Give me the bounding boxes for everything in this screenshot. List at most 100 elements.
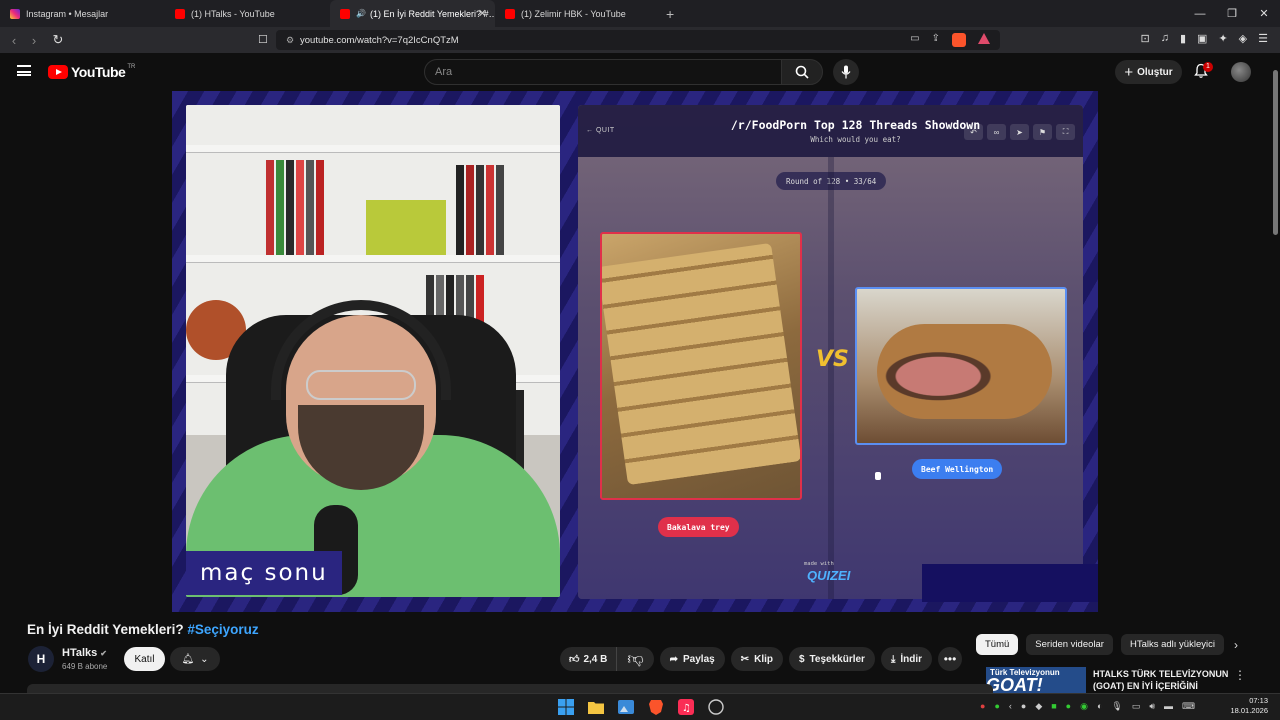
taskbar-apps: ♫ <box>556 697 726 717</box>
tray-app-icon[interactable]: ‹ <box>1009 701 1012 712</box>
menu-icon[interactable]: ☰ <box>1258 32 1268 45</box>
recommendation-menu-icon[interactable]: ⋮ <box>1234 668 1246 682</box>
tray-app-icon[interactable]: ● <box>994 701 999 712</box>
wallet-icon[interactable]: ▣ <box>1197 32 1207 45</box>
restore-button[interactable]: ❐ <box>1216 0 1248 27</box>
bookmark-icon[interactable]: ☐ <box>258 33 268 46</box>
recommendation-thumbnail[interactable]: Türk Televizyonun GOAT! <box>986 667 1086 693</box>
like-button[interactable]: 👍︎ 2,4 B <box>560 647 618 671</box>
tray-app-icon[interactable]: ◆ <box>1035 701 1042 712</box>
forward-icon[interactable]: › <box>24 33 44 48</box>
tab-zelimir[interactable]: (1) Zelimir HBK - YouTube <box>495 0 660 27</box>
thumbs-up-icon: 👍︎ <box>569 654 580 665</box>
sidebar-icon[interactable]: ▮ <box>1180 32 1186 45</box>
system-clock[interactable]: 07:13 18.01.2026 <box>1230 696 1268 716</box>
quiz-game-panel: ← QUIT /r/FoodPorn Top 128 Threads Showd… <box>578 105 1083 599</box>
microphone-icon[interactable]: 🎙︎ <box>1111 701 1122 712</box>
share-icon[interactable]: ⇪ <box>932 33 940 47</box>
speaker-icon[interactable]: 🔊 <box>356 9 366 18</box>
tray-app-icon[interactable]: ● <box>1021 701 1026 712</box>
link-icon: ∞ <box>987 124 1006 140</box>
new-tab-button[interactable]: + <box>666 0 674 27</box>
brave-shields-icon[interactable] <box>952 33 966 47</box>
thanks-icon: $ <box>798 653 805 665</box>
youtube-logo[interactable]: YouTube TR <box>48 64 135 80</box>
menu-icon[interactable] <box>17 65 31 76</box>
share-button[interactable]: ➦ Paylaş <box>659 647 725 671</box>
file-explorer-icon[interactable] <box>586 697 606 717</box>
search-input[interactable]: Ara <box>424 59 782 85</box>
channel-name[interactable]: HTalks ✔ <box>62 647 107 659</box>
close-tab-icon[interactable]: ✕ <box>478 7 487 20</box>
brave-browser-icon[interactable] <box>646 697 666 717</box>
close-window-button[interactable]: ✕ <box>1248 0 1280 27</box>
subscriber-count: 649 B abone <box>62 662 108 671</box>
fullscreen-icon: ⛶ <box>1056 124 1075 140</box>
instagram-icon <box>10 8 20 19</box>
flag-icon: ⚑ <box>1033 124 1052 140</box>
tray-app-icon[interactable]: ◉ <box>1080 701 1088 712</box>
chevron-right-icon[interactable]: › <box>1234 638 1238 652</box>
account-avatar[interactable] <box>1231 62 1251 82</box>
join-button[interactable]: Katıl <box>124 647 165 671</box>
tray-app-icon[interactable]: ■ <box>1051 701 1056 712</box>
photos-app-icon[interactable] <box>616 697 636 717</box>
chip-series[interactable]: Seriden videolar <box>1026 634 1113 655</box>
create-button[interactable]: + Oluştur <box>1115 60 1182 84</box>
reload-icon[interactable]: ↻ <box>48 32 68 48</box>
chip-all[interactable]: Tümü <box>976 634 1019 655</box>
download-button[interactable]: ⤓ İndir <box>880 647 933 671</box>
scissors-icon: ✂ <box>740 653 750 665</box>
recommendation-title[interactable]: HTALKS TÜRK TELEVİZYONUN (GOAT) EN İYİ İ… <box>1093 668 1233 692</box>
url-text[interactable]: youtube.com/watch?v=7q2IcCnQTzM <box>300 35 459 46</box>
tab-current-video[interactable]: 🔊 (1) En İyi Reddit Yemekleri? #… ✕ <box>330 0 495 27</box>
verified-icon: ✔ <box>100 649 107 658</box>
browser-tab-bar: Instagram • Mesajlar (1) HTalks - YouTub… <box>0 0 1280 27</box>
site-info-icon[interactable]: ⚙ <box>286 35 300 46</box>
tray-app-icon[interactable]: ◐ <box>1097 701 1102 712</box>
chevron-down-icon: ⌄ <box>200 653 209 665</box>
cast-icon[interactable]: ▭ <box>910 33 919 47</box>
omnibox-icons: ▭ ⇪ <box>910 33 990 47</box>
url-field[interactable]: ⚙ youtube.com/watch?v=7q2IcCnQTzM <box>276 30 1000 50</box>
video-player[interactable]: maç sonu ← QUIT /r/FoodPorn Top 128 Thre… <box>172 91 1098 612</box>
battery-icon[interactable]: ▬ <box>1164 701 1173 712</box>
scrollbar-thumb[interactable] <box>1273 70 1278 235</box>
search-button[interactable] <box>781 59 823 85</box>
tab-label: (1) HTalks - YouTube <box>191 8 275 19</box>
channel-avatar[interactable]: H <box>28 646 54 672</box>
subscription-bell-button[interactable]: 🔔︎ ⌄ <box>170 647 220 671</box>
tray-app-icon[interactable]: ● <box>1066 701 1071 712</box>
language-icon[interactable]: ⌨ <box>1182 701 1195 712</box>
brave-rewards-icon[interactable] <box>978 33 990 44</box>
github-desktop-icon[interactable] <box>706 697 726 717</box>
tab-htalks[interactable]: (1) HTalks - YouTube <box>165 0 330 27</box>
tray-app-icon[interactable]: ● <box>980 701 985 712</box>
media-icon[interactable]: ♫ <box>1161 32 1169 45</box>
chip-uploader[interactable]: HTalks adlı yükleyici <box>1120 634 1224 655</box>
hashtag-link[interactable]: #Seçiyoruz <box>187 622 258 637</box>
minimize-button[interactable]: — <box>1184 0 1216 27</box>
back-icon[interactable]: ‹ <box>4 33 24 48</box>
right-option-label: Beef Wellington <box>912 459 1003 479</box>
browser-toolbar-icons: ⊡ ♫ ▮ ▣ ✦ ◈ ☰ <box>1141 32 1269 45</box>
more-actions-button[interactable]: ••• <box>938 647 963 671</box>
clip-button[interactable]: ✂ Klip <box>730 647 783 671</box>
download-icon: ⤓ <box>890 653 896 665</box>
vpn-icon[interactable]: ◈ <box>1239 32 1247 45</box>
thanks-button[interactable]: $ Teşekkürler <box>788 647 875 671</box>
windows-start-icon[interactable] <box>556 697 576 717</box>
dislike-button[interactable]: 👎︎ <box>617 647 653 671</box>
tab-label: Instagram • Mesajlar <box>26 8 109 19</box>
voice-search-button[interactable] <box>833 59 859 85</box>
send-icon: ➤ <box>1010 124 1029 140</box>
screenshot-icon[interactable]: ⊡ <box>1141 32 1150 45</box>
share-icon: ➦ <box>669 653 678 665</box>
tab-instagram[interactable]: Instagram • Mesajlar <box>0 0 165 27</box>
leo-ai-icon[interactable]: ✦ <box>1218 32 1227 45</box>
music-app-icon[interactable]: ♫ <box>676 697 696 717</box>
volume-icon[interactable]: 🔊︎ <box>1149 701 1155 712</box>
system-tray: ● ● ‹ ● ◆ ■ ● ◉ ◐ 🎙︎ ▭ 🔊︎ ▬ ⌨ <box>980 701 1195 712</box>
network-icon[interactable]: ▭ <box>1132 701 1141 712</box>
window-controls: — ❐ ✕ <box>1184 0 1280 27</box>
